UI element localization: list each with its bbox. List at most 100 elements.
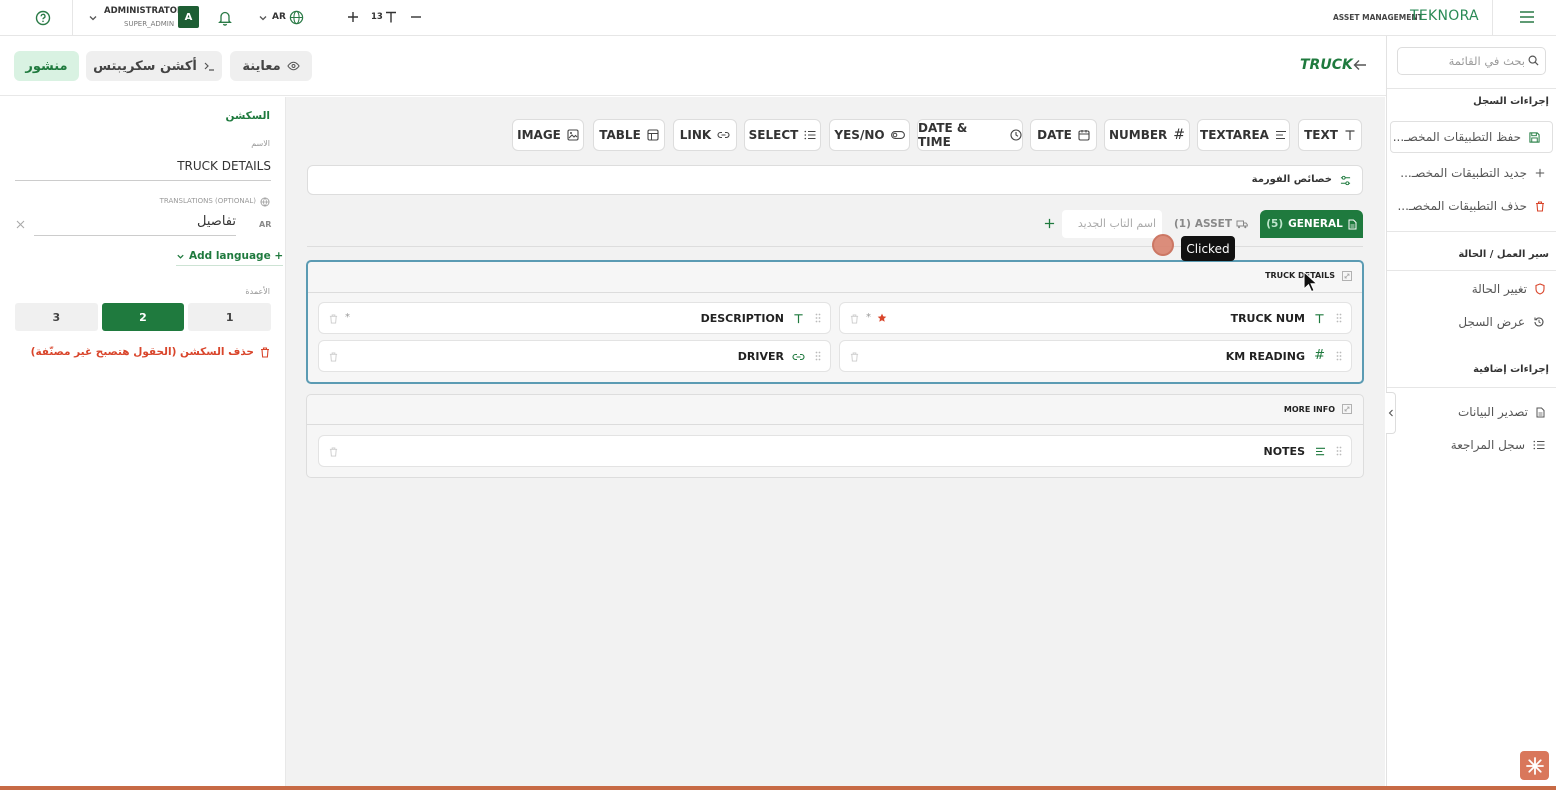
font-increase-icon[interactable]	[347, 11, 359, 23]
image-icon	[567, 129, 579, 141]
field-label-truck-num: TRUCK NUM	[1230, 312, 1305, 325]
drag-handle-icon[interactable]	[815, 313, 821, 323]
chevron-left-icon	[1388, 409, 1394, 417]
new-custom-apps-label: جديد التطبيقات المخصـ...	[1400, 166, 1527, 180]
delete-custom-apps-item[interactable]: حذف التطبيقات المخصـ...	[1387, 191, 1556, 221]
trash-icon[interactable]	[850, 352, 859, 362]
extra-actions-heading: إجراءات إضافية	[1473, 364, 1549, 375]
remove-translation-icon[interactable]	[16, 220, 25, 229]
view-record-item[interactable]: عرض السجل	[1387, 307, 1556, 337]
publish-button[interactable]: منشور	[14, 51, 79, 81]
field-label-description: DESCRIPTION	[700, 312, 784, 325]
form-properties-bar[interactable]: خصائص الفورمة	[307, 165, 1363, 195]
drag-handle-icon[interactable]	[1336, 313, 1342, 323]
font-decrease-icon[interactable]	[410, 11, 422, 23]
view-record-label: عرض السجل	[1458, 315, 1525, 329]
add-select-field-button[interactable]: SELECT	[744, 119, 821, 151]
audit-log-item[interactable]: سجل المراجعة	[1387, 430, 1556, 460]
add-text-field-button[interactable]: TEXT	[1298, 119, 1362, 151]
add-textarea-field-button[interactable]: TEXTAREA	[1197, 119, 1290, 151]
add-number-field-button[interactable]: NUMBER #	[1104, 119, 1190, 151]
required-mark: *	[345, 312, 350, 323]
user-role: SUPER_ADMIN	[124, 20, 175, 28]
assistant-icon[interactable]	[1520, 751, 1549, 780]
hash-icon: #	[1314, 348, 1325, 363]
chevron-down-icon[interactable]	[258, 13, 268, 23]
add-yes-no-field-button[interactable]: YES/NO	[829, 119, 910, 151]
help-icon[interactable]	[35, 10, 51, 26]
table-icon	[647, 129, 659, 141]
export-data-label: تصدير البيانات	[1457, 405, 1528, 419]
expand-icon[interactable]	[1342, 271, 1352, 281]
trash-icon[interactable]	[329, 352, 338, 362]
trash-icon[interactable]	[329, 447, 338, 457]
hash-icon: #	[1173, 127, 1186, 143]
menu-icon[interactable]	[1519, 10, 1535, 24]
menu-search-input[interactable]: بحث في القائمة	[1397, 47, 1546, 75]
export-data-item[interactable]: تصدير البيانات	[1387, 397, 1556, 427]
field-driver[interactable]: DRIVER	[318, 340, 831, 372]
column-option-3[interactable]: 3	[15, 303, 98, 331]
chevron-down-icon[interactable]	[88, 13, 98, 23]
new-tab-name-input[interactable]: اسم التاب الجديد	[1062, 210, 1162, 238]
shield-icon	[1535, 283, 1545, 295]
add-date-time-field-button[interactable]: DATE & TIME	[917, 119, 1023, 151]
trash-icon[interactable]	[850, 314, 859, 324]
field-description[interactable]: * DESCRIPTION	[318, 302, 831, 334]
tab-general[interactable]: (5) GENERAL	[1260, 210, 1363, 238]
add-image-field-button[interactable]: IMAGE	[512, 119, 584, 151]
column-option-2[interactable]: 2	[101, 303, 185, 331]
translations-label: TRANSLATIONS (OPTIONAL)	[159, 197, 256, 205]
drag-handle-icon[interactable]	[1336, 446, 1342, 456]
delete-section-button[interactable]: حذف السكشن (الحقول هتصبح غير مصنّفة)	[31, 346, 270, 358]
tab-asset-count: (1)	[1173, 218, 1191, 230]
add-language-link[interactable]: + Add language	[176, 250, 284, 266]
back-arrow-icon[interactable]	[1353, 59, 1367, 71]
change-status-label: تغيير الحالة	[1471, 282, 1527, 296]
preview-button[interactable]: معاينة	[230, 51, 312, 81]
toggle-icon	[890, 131, 905, 139]
chevron-down-icon	[176, 252, 185, 261]
change-status-item[interactable]: تغيير الحالة	[1387, 274, 1556, 304]
column-option-1[interactable]: 1	[188, 303, 272, 331]
preview-label: معاينة	[242, 58, 281, 74]
tab-asset[interactable]: (1) ASSET	[1168, 210, 1254, 238]
expand-icon[interactable]	[1342, 404, 1352, 414]
save-custom-apps-item[interactable]: حفظ التطبيقات المخصـ...	[1390, 121, 1553, 153]
text-align-icon	[1275, 130, 1287, 140]
drag-handle-icon[interactable]	[815, 351, 821, 361]
field-km-reading[interactable]: KM READING #	[839, 340, 1352, 372]
trash-icon[interactable]	[329, 314, 338, 324]
bell-icon[interactable]	[217, 9, 233, 26]
globe-icon[interactable]	[289, 10, 304, 25]
delete-section-label: حذف السكشن (الحقول هتصبح غير مصنّفة)	[30, 346, 254, 358]
collapse-sidebar-handle[interactable]	[1386, 392, 1396, 434]
font-size-icon	[384, 10, 398, 24]
list-icon	[804, 130, 816, 140]
add-link-field-button[interactable]: LINK	[673, 119, 737, 151]
link-icon	[717, 131, 730, 139]
section-title-more-info: MORE INFO	[1283, 405, 1335, 414]
section-title-truck-details: TRUCK DETAILS	[1265, 271, 1335, 280]
trash-icon	[1535, 200, 1545, 212]
section-name-input[interactable]: TRUCK DETAILS	[15, 159, 271, 181]
add-tab-icon[interactable]	[1044, 218, 1055, 229]
action-scripts-button[interactable]: أكشن سكريبتس	[86, 51, 222, 81]
avatar[interactable]: A	[178, 6, 199, 28]
field-type-label: NUMBER	[1108, 128, 1168, 142]
field-notes[interactable]: NOTES	[318, 435, 1352, 467]
required-star-icon[interactable]	[877, 313, 887, 323]
new-custom-apps-item[interactable]: جديد التطبيقات المخصـ...	[1387, 158, 1556, 188]
field-type-label: SELECT	[748, 128, 799, 142]
name-label: الاسم	[251, 139, 270, 148]
link-icon	[792, 353, 805, 361]
translation-input[interactable]: تفاصيل	[34, 214, 236, 236]
required-mark: *	[866, 312, 871, 323]
add-date-field-button[interactable]: DATE	[1030, 119, 1097, 151]
field-truck-num[interactable]: * TRUCK NUM	[839, 302, 1352, 334]
drag-handle-icon[interactable]	[1336, 351, 1342, 361]
clock-icon	[1010, 129, 1022, 141]
language-code[interactable]: AR	[272, 12, 286, 22]
add-table-field-button[interactable]: TABLE	[593, 119, 665, 151]
menu-search-placeholder: بحث في القائمة	[1448, 54, 1525, 68]
